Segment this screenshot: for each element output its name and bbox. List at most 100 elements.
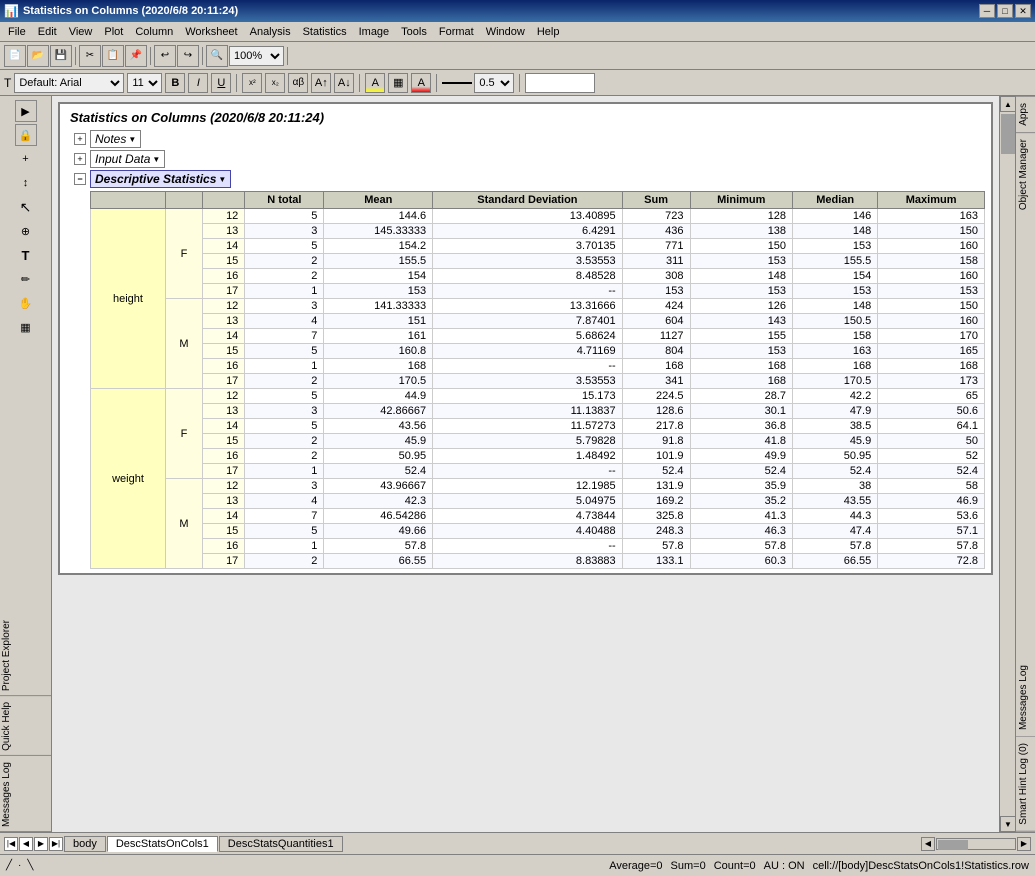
- redo-button[interactable]: ↪: [177, 45, 199, 67]
- left-icon-4[interactable]: ↕: [15, 172, 37, 194]
- median-cell: 52.4: [793, 464, 878, 479]
- open-button[interactable]: 📂: [27, 45, 49, 67]
- age-cell: 17: [203, 464, 245, 479]
- font-name-select[interactable]: Default: Arial: [14, 73, 124, 93]
- minimize-button[interactable]: ─: [979, 4, 995, 18]
- desc-stats-tree-item[interactable]: − Descriptive Statistics ▼: [66, 169, 985, 189]
- h-scroll-left[interactable]: ◀: [921, 837, 935, 851]
- tab-nav-next[interactable]: ▶: [34, 837, 48, 851]
- sum-cell: 217.8: [622, 419, 690, 434]
- fill-color[interactable]: A: [365, 73, 385, 93]
- table-row: 13342.8666711.13837128.630.147.950.6: [91, 404, 985, 419]
- menu-format[interactable]: Format: [433, 24, 480, 40]
- vertical-scrollbar[interactable]: ▲ ▼: [999, 96, 1015, 832]
- notes-tree-item[interactable]: + Notes ▼: [66, 129, 985, 149]
- cut-button[interactable]: ✂: [79, 45, 101, 67]
- menu-column[interactable]: Column: [129, 24, 179, 40]
- close-button[interactable]: ✕: [1015, 4, 1031, 18]
- left-icon-pan[interactable]: ✋: [15, 292, 37, 314]
- menu-statistics[interactable]: Statistics: [297, 24, 353, 40]
- left-icon-5[interactable]: ▦: [15, 316, 37, 338]
- object-manager-label[interactable]: Object Manager: [1016, 132, 1035, 216]
- messages-log-label[interactable]: Messages Log: [1016, 659, 1035, 737]
- superscript-button[interactable]: x²: [242, 73, 262, 93]
- notes-toggle[interactable]: +: [74, 133, 86, 145]
- mean-cell: 46.54286: [324, 509, 433, 524]
- menu-analysis[interactable]: Analysis: [244, 24, 297, 40]
- tab-nav-prev[interactable]: ◀: [19, 837, 33, 851]
- undo-button[interactable]: ↩: [154, 45, 176, 67]
- median-cell: 57.8: [793, 539, 878, 554]
- input-data-tree-item[interactable]: + Input Data ▼: [66, 149, 985, 169]
- tab-desc-stats-quantities[interactable]: DescStatsQuantities1: [219, 836, 343, 852]
- underline-button[interactable]: U: [211, 73, 231, 93]
- italic-button[interactable]: I: [188, 73, 208, 93]
- zoom-select[interactable]: 100%: [229, 46, 284, 66]
- project-explorer-label[interactable]: Project Explorer: [0, 616, 51, 696]
- left-icon-zoom[interactable]: ⊕: [15, 220, 37, 242]
- notes-dropdown[interactable]: Notes ▼: [90, 130, 141, 148]
- menu-edit[interactable]: Edit: [32, 24, 63, 40]
- messages-log-left-label[interactable]: Messages Log: [0, 758, 51, 832]
- h-scroll-track[interactable]: [936, 838, 1016, 850]
- average-status: Average=0: [609, 860, 662, 872]
- menu-view[interactable]: View: [63, 24, 99, 40]
- mean-cell: 52.4: [324, 464, 433, 479]
- left-icon-draw[interactable]: ✏: [15, 268, 37, 290]
- paste-button[interactable]: 📌: [125, 45, 147, 67]
- h-scroll-thumb[interactable]: [938, 840, 968, 850]
- desc-stats-dropdown[interactable]: Descriptive Statistics ▼: [90, 170, 231, 188]
- apps-label[interactable]: Apps: [1016, 96, 1035, 132]
- menu-plot[interactable]: Plot: [98, 24, 129, 40]
- mean-cell: 43.96667: [324, 479, 433, 494]
- input-data-dropdown[interactable]: Input Data ▼: [90, 150, 165, 168]
- sd-cell: 5.68624: [433, 329, 623, 344]
- scroll-down-button[interactable]: ▼: [1000, 816, 1016, 832]
- menu-worksheet[interactable]: Worksheet: [179, 24, 243, 40]
- tab-nav-last[interactable]: ▶|: [49, 837, 63, 851]
- copy-button[interactable]: 📋: [102, 45, 124, 67]
- smart-hint-label[interactable]: Smart Hint Log (0): [1016, 737, 1035, 832]
- table-row: weightF12544.915.173224.528.742.265: [91, 389, 985, 404]
- fmt-sep3: [436, 74, 437, 92]
- desc-stats-toggle[interactable]: −: [74, 173, 86, 185]
- left-icon-text[interactable]: T: [15, 244, 37, 266]
- menu-file[interactable]: File: [2, 24, 32, 40]
- tab-nav-first[interactable]: |◀: [4, 837, 18, 851]
- tab-body[interactable]: body: [64, 836, 106, 852]
- scroll-up-button[interactable]: ▲: [1000, 96, 1016, 112]
- line-width-select[interactable]: 0.5: [474, 73, 514, 93]
- save-button[interactable]: 💾: [50, 45, 72, 67]
- maximize-button[interactable]: □: [997, 4, 1013, 18]
- left-icon-1[interactable]: ▶: [15, 100, 37, 122]
- font-color[interactable]: A: [411, 73, 431, 93]
- left-icon-2[interactable]: 🔒: [15, 124, 37, 146]
- font-increase[interactable]: A↑: [311, 73, 331, 93]
- greek-button[interactable]: αβ: [288, 73, 308, 93]
- input-data-toggle[interactable]: +: [74, 153, 86, 165]
- min-cell: 46.3: [690, 524, 793, 539]
- border-color[interactable]: ▦: [388, 73, 408, 93]
- notes-label: Notes: [95, 132, 126, 146]
- left-icon-cursor[interactable]: ↖: [15, 196, 37, 218]
- scroll-thumb[interactable]: [1001, 114, 1015, 154]
- menu-tools[interactable]: Tools: [395, 24, 433, 40]
- status-icon-2: ·: [18, 860, 21, 871]
- menu-window[interactable]: Window: [480, 24, 531, 40]
- sd-cell: 5.79828: [433, 434, 623, 449]
- mean-cell: 66.55: [324, 554, 433, 569]
- new-button[interactable]: 📄: [4, 45, 26, 67]
- bold-button[interactable]: B: [165, 73, 185, 93]
- scroll-track[interactable]: [1000, 112, 1015, 816]
- menu-image[interactable]: Image: [353, 24, 396, 40]
- median-cell: 150.5: [793, 314, 878, 329]
- h-scroll-right[interactable]: ▶: [1017, 837, 1031, 851]
- th-empty2: [165, 192, 202, 209]
- font-size-select[interactable]: 11: [127, 73, 162, 93]
- tab-desc-stats-on-cols[interactable]: DescStatsOnCols1: [107, 836, 218, 852]
- quick-help-label[interactable]: Quick Help: [0, 698, 51, 756]
- menu-help[interactable]: Help: [531, 24, 566, 40]
- left-icon-3[interactable]: +: [15, 148, 37, 170]
- font-decrease[interactable]: A↓: [334, 73, 354, 93]
- subscript-button[interactable]: x₂: [265, 73, 285, 93]
